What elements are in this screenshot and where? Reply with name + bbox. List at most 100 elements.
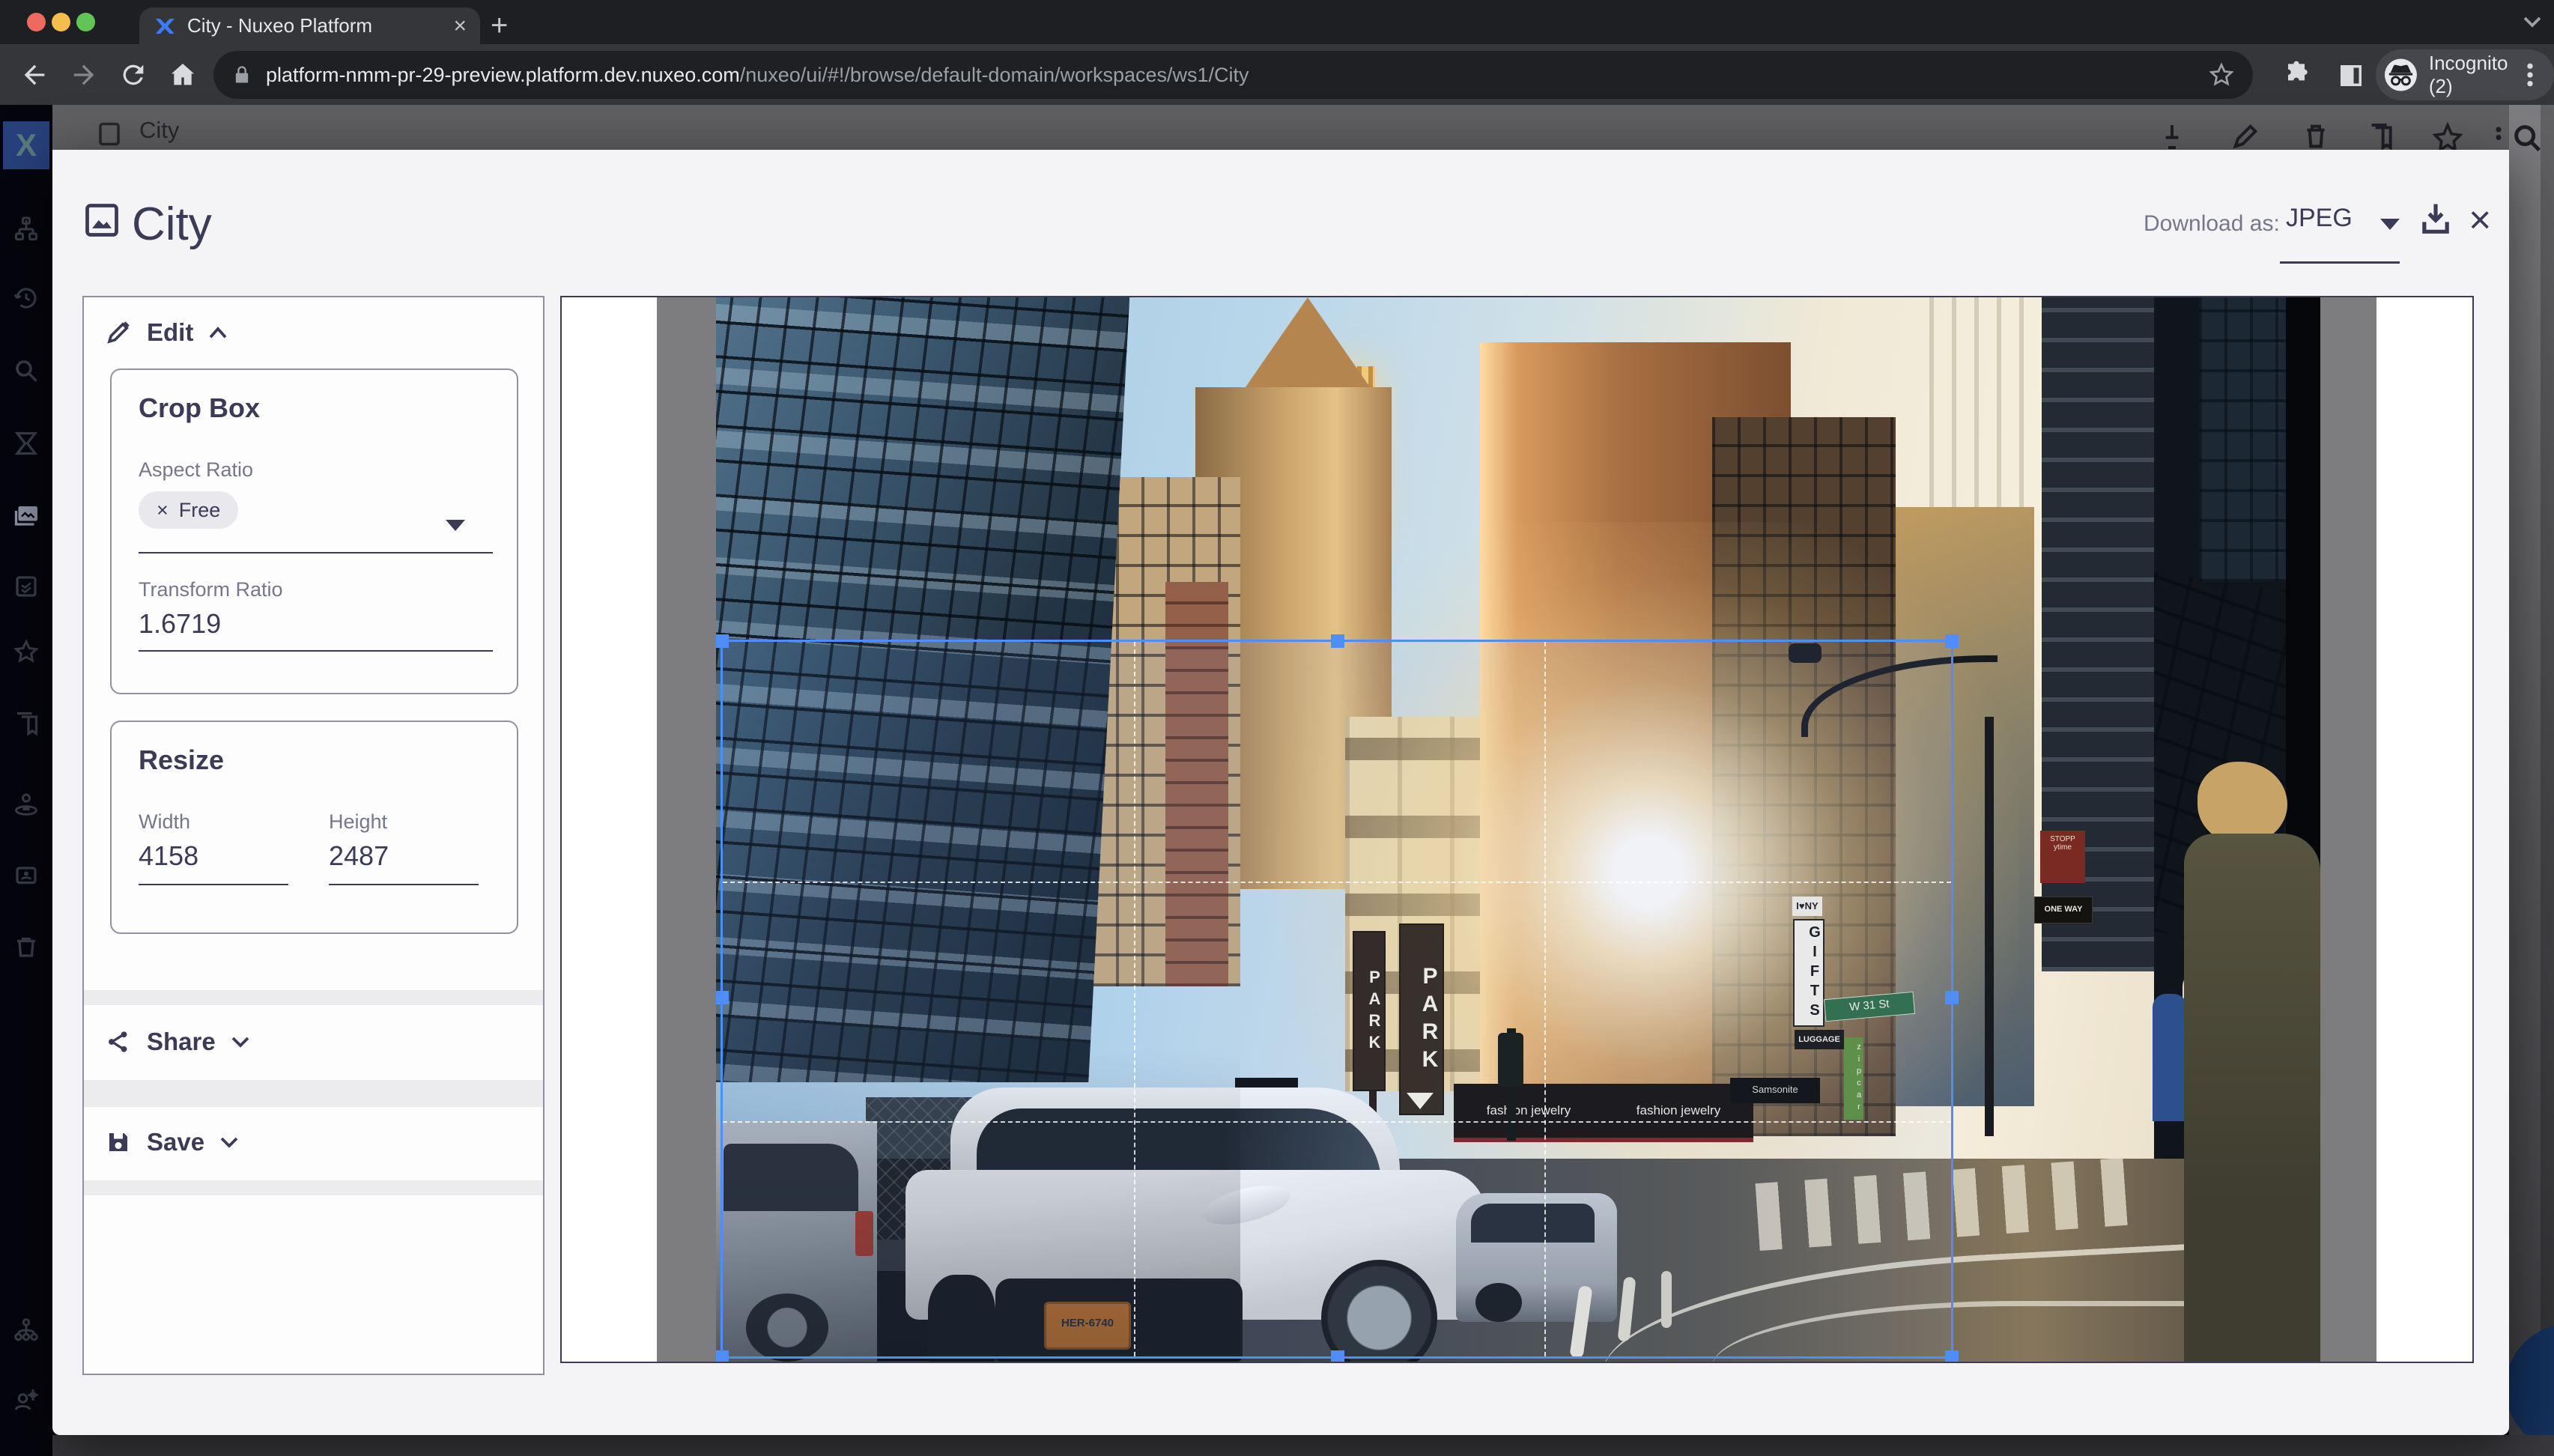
home-icon[interactable] xyxy=(168,60,198,90)
width-input[interactable]: 4158 xyxy=(139,840,198,872)
format-select-underline xyxy=(2280,261,2400,264)
reload-icon[interactable] xyxy=(118,60,148,90)
tab-close-icon[interactable]: × xyxy=(453,13,467,39)
sidebar-favorites-icon[interactable] xyxy=(13,638,40,665)
sidebar-workflow-icon[interactable] xyxy=(13,1317,40,1344)
aspect-select-caret-icon[interactable] xyxy=(446,520,465,531)
back-icon[interactable] xyxy=(19,60,49,90)
sidebar-collections-icon[interactable] xyxy=(13,710,40,737)
edit-section-label: Edit xyxy=(147,318,193,347)
format-select-caret-icon[interactable] xyxy=(2380,219,2400,230)
save-icon xyxy=(105,1129,132,1156)
crop-handle-sw[interactable] xyxy=(716,1350,729,1362)
forward-icon[interactable] xyxy=(69,60,99,90)
crop-handle-n[interactable] xyxy=(1331,634,1344,648)
crop-handle-e[interactable] xyxy=(1945,991,1959,1004)
sidebar-admin-icon[interactable] xyxy=(13,1387,40,1414)
modal-backdrop-bottom xyxy=(52,1435,2554,1456)
chip-remove-icon[interactable]: × xyxy=(157,499,169,522)
share-icon xyxy=(105,1028,132,1055)
dimmed-pin-icon xyxy=(2157,121,2187,150)
url-text: platform-nmm-pr-29-preview.platform.dev.… xyxy=(266,64,2208,87)
incognito-icon xyxy=(2383,57,2418,93)
format-select-value[interactable]: JPEG xyxy=(2286,204,2353,233)
sidebar-badge-icon[interactable] xyxy=(13,861,40,888)
traffic-light-close[interactable] xyxy=(27,13,46,31)
save-section-label: Save xyxy=(147,1128,204,1156)
crop-handle-w[interactable] xyxy=(716,991,729,1004)
crop-box-card: Crop Box Aspect Ratio × Free Transform R… xyxy=(110,368,518,694)
photo-woman-hair xyxy=(2197,762,2287,844)
image-icon xyxy=(82,201,121,240)
dialog-title: City xyxy=(132,198,212,251)
traffic-light-zoom[interactable] xyxy=(76,13,95,31)
browser-tabstrip: City - Nuxeo Platform × + xyxy=(0,0,2554,44)
photo-canvas[interactable]: I♥NY GIFTS LUGGAGE W 31 St zipcar ONE WA… xyxy=(716,297,2320,1362)
browser-menu-icon[interactable] xyxy=(2515,58,2545,91)
bookmark-star-icon[interactable] xyxy=(2208,61,2235,88)
sidebar-assets-icon[interactable] xyxy=(13,502,40,529)
transform-ratio-label: Transform Ratio xyxy=(139,578,283,601)
crop-handle-s[interactable] xyxy=(1331,1350,1344,1362)
height-input[interactable]: 2487 xyxy=(329,840,389,872)
panel-footer xyxy=(84,1195,543,1374)
edit-panel: Edit Crop Box Aspect Ratio × Free Transf… xyxy=(82,296,545,1375)
share-expand-chevron-icon[interactable] xyxy=(229,1034,252,1050)
share-section-label: Share xyxy=(147,1028,216,1056)
transform-ratio-underline xyxy=(139,650,493,652)
image-viewer: I♥NY GIFTS LUGGAGE W 31 St zipcar ONE WA… xyxy=(560,296,2474,1363)
sidebar-profile-icon[interactable] xyxy=(13,790,40,817)
sidebar-browse-icon[interactable] xyxy=(13,216,40,243)
side-panel-icon[interactable] xyxy=(2335,60,2367,91)
nuxeo-favicon-icon xyxy=(153,15,175,37)
parking-sign-line1: STOPP xyxy=(2040,835,2085,843)
height-label: Height xyxy=(329,810,387,834)
crop-handle-nw[interactable] xyxy=(716,634,729,648)
download-icon[interactable] xyxy=(2416,199,2455,238)
crop-box-heading: Crop Box xyxy=(139,392,260,424)
dimmed-page-header: City xyxy=(0,105,2554,150)
traffic-light-minimize[interactable] xyxy=(52,13,70,31)
viewer-matte: I♥NY GIFTS LUGGAGE W 31 St zipcar ONE WA… xyxy=(657,297,2376,1362)
tab-search-chevron-icon[interactable] xyxy=(2521,13,2544,30)
parking-sign: STOPP ytime xyxy=(2040,831,2085,883)
crop-box-overlay[interactable] xyxy=(721,640,1953,1359)
height-underline xyxy=(329,884,479,885)
crop-third-hline-1 xyxy=(723,882,1951,883)
image-edit-dialog: City Download as: JPEG × Edit Crop Box xyxy=(52,150,2509,1435)
sidebar-search-icon[interactable] xyxy=(13,357,40,384)
save-section-header[interactable]: Save xyxy=(105,1128,240,1156)
dialog-close-icon[interactable]: × xyxy=(2469,201,2491,240)
sidebar-tasks-icon[interactable] xyxy=(13,430,40,457)
transform-ratio-value[interactable]: 1.6719 xyxy=(139,608,221,640)
sidebar-checklist-icon[interactable] xyxy=(13,573,40,600)
resize-card: Resize Width 4158 Height 2487 xyxy=(110,721,518,934)
sidebar-history-icon[interactable] xyxy=(13,285,40,312)
edit-section-header[interactable]: Edit xyxy=(105,318,229,347)
dimmed-search-icon xyxy=(2511,121,2545,156)
crop-third-vline-2 xyxy=(1544,642,1546,1356)
aspect-ratio-chip-label: Free xyxy=(179,499,221,522)
aspect-select-underline xyxy=(139,552,493,553)
aspect-ratio-chip[interactable]: × Free xyxy=(139,491,238,529)
crop-third-hline-2 xyxy=(723,1121,1951,1123)
photo-pedestrian-blue-shirt xyxy=(2153,994,2187,1121)
crop-handle-ne[interactable] xyxy=(1945,634,1959,648)
dimmed-collections-icon xyxy=(2367,121,2397,150)
browser-tab[interactable]: City - Nuxeo Platform × xyxy=(139,7,480,44)
backdrop-panel-edge xyxy=(2541,105,2554,1456)
edit-collapse-chevron-icon[interactable] xyxy=(207,324,229,341)
crop-handle-se[interactable] xyxy=(1945,1350,1959,1362)
url-bar[interactable]: platform-nmm-pr-29-preview.platform.dev.… xyxy=(213,51,2253,99)
sidebar-trash-icon[interactable] xyxy=(13,933,40,960)
dimmed-favorite-icon xyxy=(2433,121,2463,150)
new-tab-button[interactable]: + xyxy=(491,10,508,40)
dimmed-doc-title: City xyxy=(139,117,179,144)
share-section: Share xyxy=(84,1005,543,1080)
dimmed-trash-icon xyxy=(2301,121,2331,150)
extensions-icon[interactable] xyxy=(2280,58,2313,91)
share-section-header[interactable]: Share xyxy=(105,1028,252,1056)
nuxeo-logo[interactable]: X xyxy=(3,121,49,169)
save-expand-chevron-icon[interactable] xyxy=(218,1134,240,1150)
url-path: /nuxeo/ui/#!/browse/default-domain/works… xyxy=(740,64,1249,86)
